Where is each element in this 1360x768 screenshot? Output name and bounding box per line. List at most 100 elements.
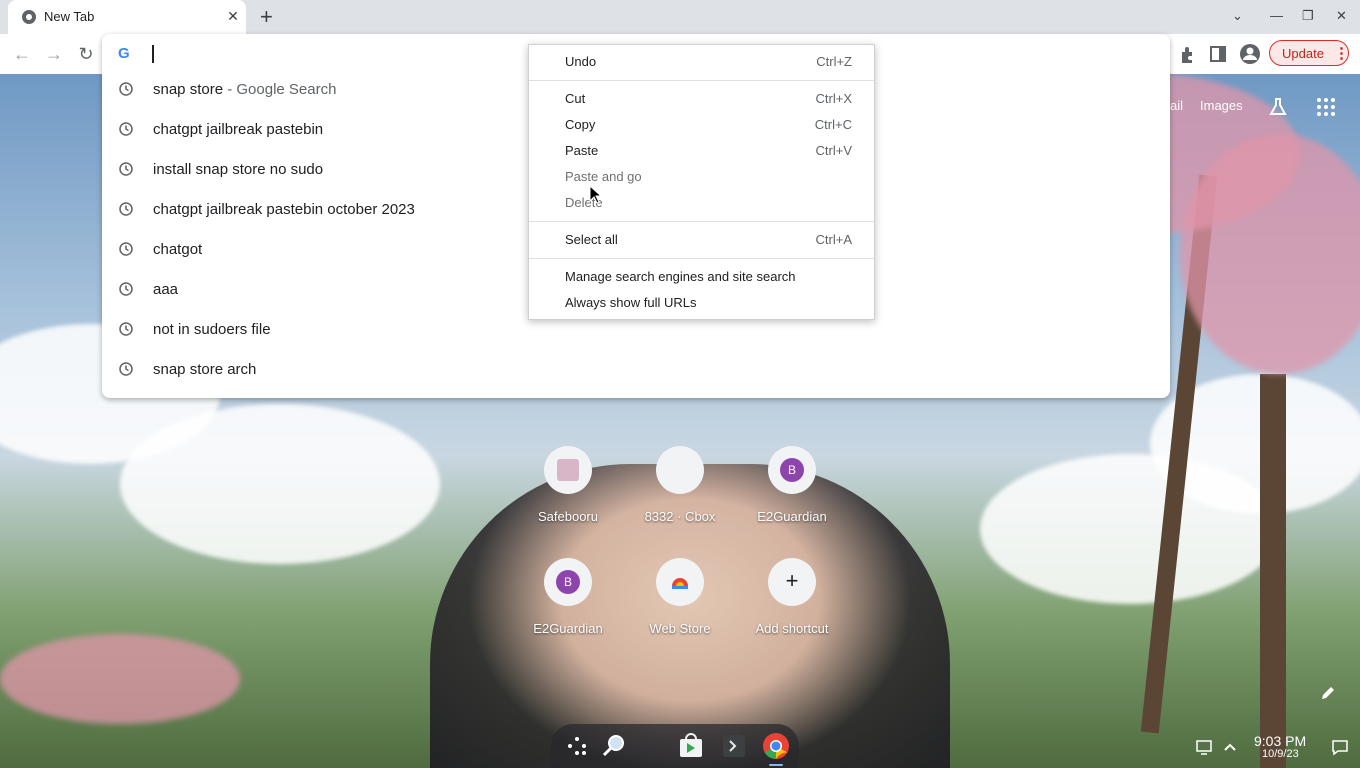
menu-item-label: Copy — [565, 117, 596, 132]
menu-item-always-show-full-urls[interactable]: Always show full URLs — [529, 291, 874, 317]
active-app-indicator — [769, 764, 783, 766]
shortcut-label: E2Guardian — [757, 509, 827, 524]
tab-new-tab[interactable]: New Tab ✕ — [8, 0, 246, 34]
history-icon — [119, 242, 133, 256]
chevron-down-icon[interactable]: ⌄ — [1232, 8, 1243, 24]
menu-item-label: Cut — [565, 91, 586, 106]
menu-item-paste[interactable]: Paste Ctrl+V — [529, 139, 874, 165]
menu-item-label: Undo — [565, 54, 597, 69]
menu-item-undo[interactable]: Undo Ctrl+Z — [529, 50, 874, 76]
shortcut-label: 8332 · Cbox — [644, 509, 716, 524]
history-icon — [119, 322, 133, 336]
tab-strip: New Tab ✕ + ⌄ — ❐ ✕ — [0, 0, 1360, 34]
shortcut-tile[interactable]: Web Store — [624, 558, 736, 658]
profile-icon[interactable] — [1238, 42, 1262, 66]
shortcut-tile[interactable]: 8332 · Cbox — [624, 446, 736, 546]
site-favicon — [656, 446, 704, 494]
history-icon — [119, 202, 133, 216]
menu-separator — [529, 80, 874, 81]
window-close-icon[interactable]: ✕ — [1336, 8, 1347, 24]
clock-date[interactable]: 10/9/23 — [1262, 748, 1299, 760]
gmail-link[interactable]: ail — [1170, 98, 1183, 113]
forward-icon[interactable]: → — [43, 43, 65, 65]
suggestion-text: not in sudoers file — [153, 321, 271, 338]
apps-grid-icon[interactable] — [1315, 96, 1337, 118]
history-icon — [119, 162, 133, 176]
suggestion-text: aaa — [153, 281, 179, 298]
images-link[interactable]: Images — [1200, 98, 1243, 113]
mouse-cursor-icon — [589, 185, 603, 204]
screen-share-icon[interactable] — [1195, 738, 1213, 756]
letter-favicon: B — [768, 446, 816, 494]
history-icon — [119, 122, 133, 136]
suggestion-text: chatgpt jailbreak pastebin — [153, 121, 324, 138]
safebooru-favicon — [544, 446, 592, 494]
pencil-icon[interactable] — [1318, 683, 1338, 703]
menu-item-shortcut: Ctrl+X — [815, 91, 852, 106]
menu-item-label: Paste and go — [565, 169, 642, 184]
shortcut-label: Add shortcut — [755, 621, 829, 636]
suggestion-item[interactable]: snap store arch — [102, 350, 1170, 390]
notifications-icon[interactable] — [1331, 738, 1349, 756]
chevron-up-icon[interactable] — [1221, 738, 1239, 756]
menu-item-copy[interactable]: Copy Ctrl+C — [529, 113, 874, 139]
suggestion-text: chatgot — [153, 241, 203, 258]
play-store-icon[interactable] — [676, 731, 706, 761]
restore-icon[interactable]: ❐ — [1302, 8, 1314, 24]
update-button[interactable]: Update ⋮ — [1269, 40, 1349, 66]
menu-item-manage-search-engines[interactable]: Manage search engines and site search — [529, 265, 874, 291]
tab-title: New Tab — [44, 9, 95, 24]
menu-item-label: Always show full URLs — [565, 295, 697, 310]
terminal-icon[interactable] — [719, 731, 749, 761]
menu-item-shortcut: Ctrl+Z — [816, 54, 852, 69]
menu-item-shortcut: Ctrl+V — [815, 143, 852, 158]
launcher-icon[interactable] — [562, 731, 592, 761]
menu-item-cut[interactable]: Cut Ctrl+X — [529, 87, 874, 113]
menu-item-shortcut: Ctrl+C — [814, 117, 852, 132]
new-tab-button[interactable]: + — [260, 4, 273, 30]
menu-item-label: Paste — [565, 143, 599, 158]
update-label: Update — [1282, 46, 1324, 61]
suggestion-text: install snap store no sudo — [153, 161, 324, 178]
history-icon — [119, 362, 133, 376]
menu-item-delete[interactable]: Delete — [529, 191, 874, 217]
context-menu: Undo Ctrl+Z Cut Ctrl+X Copy Ctrl+C Paste… — [528, 44, 875, 320]
suggestion-subtext: - Google Search — [223, 81, 337, 98]
clock-time[interactable]: 9:03 PM — [1254, 733, 1306, 749]
suggestion-text: snap store — [153, 81, 224, 98]
search-icon[interactable] — [599, 731, 629, 761]
reload-icon[interactable]: ↻ — [75, 43, 97, 65]
shortcut-label: Safebooru — [538, 509, 598, 524]
history-icon — [119, 82, 133, 96]
add-shortcut-button[interactable]: + Add shortcut — [736, 558, 848, 658]
shortcut-label: Web Store — [649, 621, 711, 636]
history-icon — [119, 282, 133, 296]
extensions-icon[interactable] — [1175, 42, 1199, 66]
favicon-letter: B — [780, 458, 804, 482]
shortcut-tile[interactable]: B E2Guardian — [512, 558, 624, 658]
menu-separator — [529, 258, 874, 259]
more-icon: ⋮ — [1334, 45, 1349, 62]
google-icon: G — [118, 45, 130, 62]
back-icon[interactable]: ← — [11, 43, 33, 65]
shortcut-label: E2Guardian — [533, 621, 603, 636]
chrome-icon[interactable] — [761, 731, 791, 761]
shortcut-tile[interactable]: Safebooru — [512, 446, 624, 546]
shortcut-tile[interactable]: B E2Guardian — [736, 446, 848, 546]
suggestion-text: chatgpt jailbreak pastebin october 2023 — [153, 201, 415, 218]
plus-icon: + — [768, 558, 816, 606]
close-icon[interactable]: ✕ — [224, 8, 242, 25]
web-store-favicon — [656, 558, 704, 606]
suggestion-text: snap store arch — [153, 361, 257, 378]
side-panel-icon[interactable] — [1206, 42, 1230, 66]
menu-item-label: Manage search engines and site search — [565, 269, 796, 284]
menu-item-label: Select all — [565, 232, 618, 247]
favicon-letter: B — [556, 570, 580, 594]
omnibox-input[interactable] — [152, 45, 154, 63]
minimize-icon[interactable]: — — [1270, 8, 1283, 23]
chrome-icon — [22, 10, 36, 24]
menu-item-select-all[interactable]: Select all Ctrl+A — [529, 228, 874, 254]
menu-separator — [529, 221, 874, 222]
labs-icon[interactable] — [1267, 96, 1289, 118]
menu-item-paste-and-go[interactable]: Paste and go — [529, 165, 874, 191]
